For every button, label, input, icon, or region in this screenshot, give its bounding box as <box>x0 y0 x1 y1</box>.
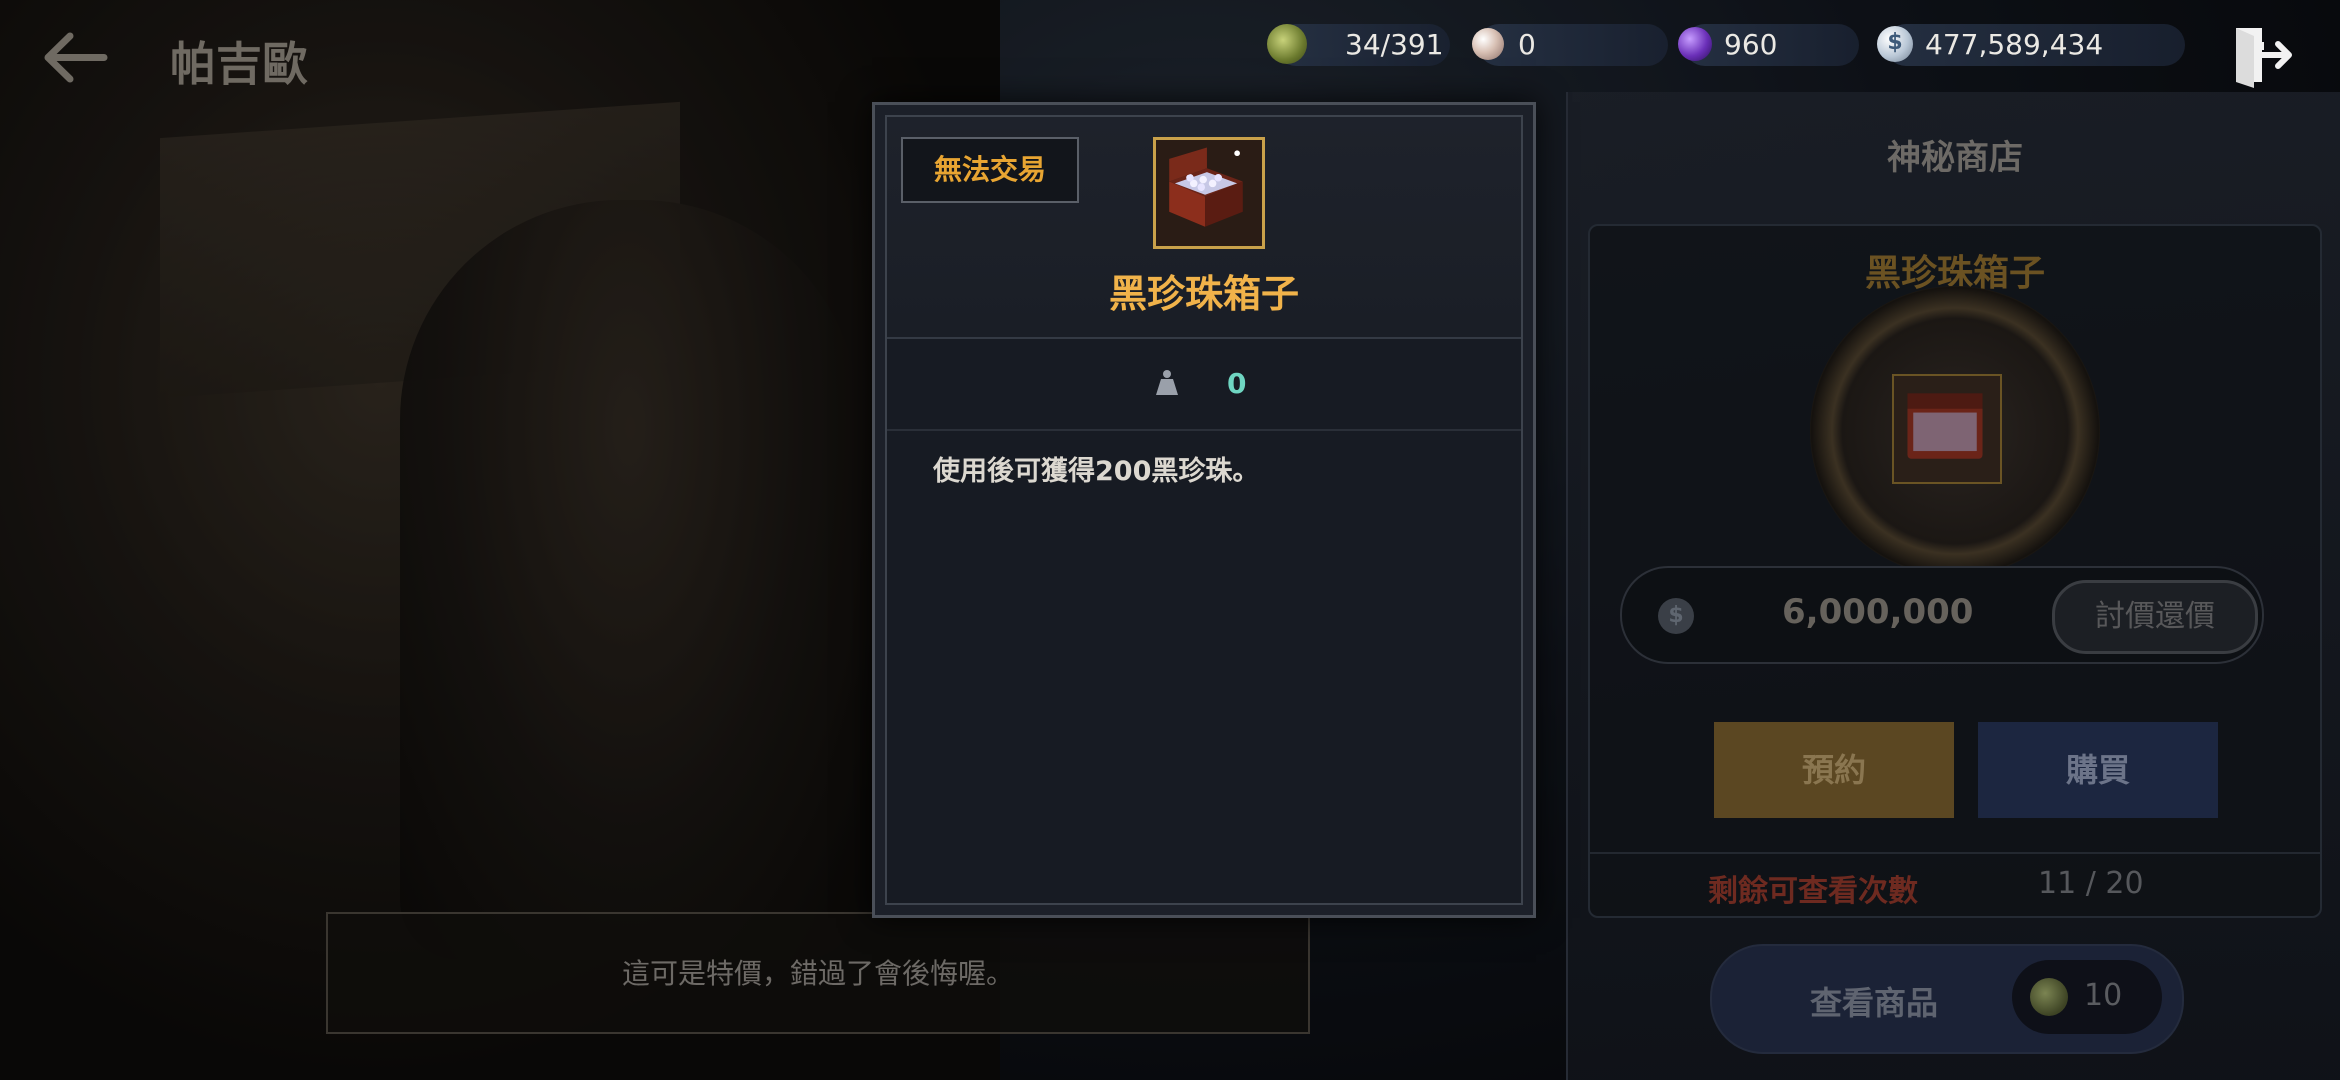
view-goods-cost-value: 10 <box>2084 978 2123 1013</box>
shop-item-thumbnail[interactable] <box>1892 374 2002 484</box>
shop-price: 6,000,000 <box>1782 592 1974 632</box>
pearl-icon <box>1472 28 1504 60</box>
buy-button[interactable]: 購買 <box>1978 722 2218 818</box>
currency-energy: 34/391 <box>1267 24 1450 66</box>
weight-icon <box>1156 370 1178 395</box>
item-name: 黑珍珠箱子 <box>1108 272 1299 316</box>
remaining-views-value: 11 / 20 <box>2038 866 2144 901</box>
exit-door-icon <box>2236 28 2292 88</box>
amethyst-icon <box>1678 27 1712 61</box>
weight-row: 0 <box>887 339 1521 431</box>
back-button[interactable] <box>40 30 110 85</box>
pearl-box-icon <box>1156 140 1256 240</box>
currency-amethyst: 960 <box>1678 24 1859 66</box>
silver-coin-icon: $ <box>1658 598 1694 634</box>
currency-value: 960 <box>1724 28 1778 61</box>
currency-pearl: 0 <box>1472 24 1668 66</box>
weight-value: 0 <box>1227 367 1247 400</box>
haggle-button[interactable]: 討價還價 <box>2052 580 2258 654</box>
currency-silver: $ 477,589,434 <box>1877 24 2185 66</box>
item-tooltip-popup[interactable]: 無法交易 黑珍珠箱子 0 使用後可獲得200黑珍珠。 <box>872 102 1536 918</box>
item-tooltip-body: 無法交易 黑珍珠箱子 0 使用後可獲得200黑珍珠。 <box>885 115 1523 905</box>
arrow-left-icon <box>44 32 108 83</box>
divider <box>1590 852 2320 854</box>
mystery-shop-panel: 神秘商店 黑珍珠箱子 $ 6,000,000 討價還價 預約 購買 剩餘可查看次… <box>1566 92 2340 1080</box>
npc-dialog-box: 這可是特價，錯過了會後悔喔。 <box>326 912 1310 1034</box>
item-description: 使用後可獲得200黑珍珠。 <box>933 456 1260 487</box>
shop-item-card: 黑珍珠箱子 $ 6,000,000 討價還價 預約 購買 剩餘可查看次數 11 … <box>1588 224 2322 918</box>
item-tooltip-header: 無法交易 黑珍珠箱子 <box>887 117 1521 339</box>
view-goods-cost: 10 <box>2012 960 2162 1034</box>
reserve-button[interactable]: 預約 <box>1714 722 1954 818</box>
view-goods-label: 查看商品 <box>1810 984 1939 1022</box>
untradeable-badge: 無法交易 <box>901 137 1079 203</box>
item-icon <box>1153 137 1265 249</box>
energy-icon <box>2030 978 2068 1016</box>
shop-title: 神秘商店 <box>1887 138 2023 178</box>
currency-value: 34/391 <box>1345 28 1444 61</box>
energy-icon <box>1267 24 1307 64</box>
remaining-views-label: 剩餘可查看次數 <box>1708 874 1918 909</box>
exit-button[interactable] <box>2232 22 2294 88</box>
currency-value: 477,589,434 <box>1925 28 2104 61</box>
npc-dialog-text: 這可是特價，錯過了會後悔喔。 <box>621 957 1014 990</box>
page-title: 帕吉歐 <box>170 37 308 91</box>
pearl-box-icon <box>1907 393 1983 459</box>
view-goods-button[interactable]: 查看商品 10 <box>1710 944 2184 1054</box>
currency-value: 0 <box>1518 28 1536 61</box>
silver-icon: $ <box>1877 26 1913 62</box>
shop-price-bar: $ 6,000,000 討價還價 <box>1620 566 2264 664</box>
